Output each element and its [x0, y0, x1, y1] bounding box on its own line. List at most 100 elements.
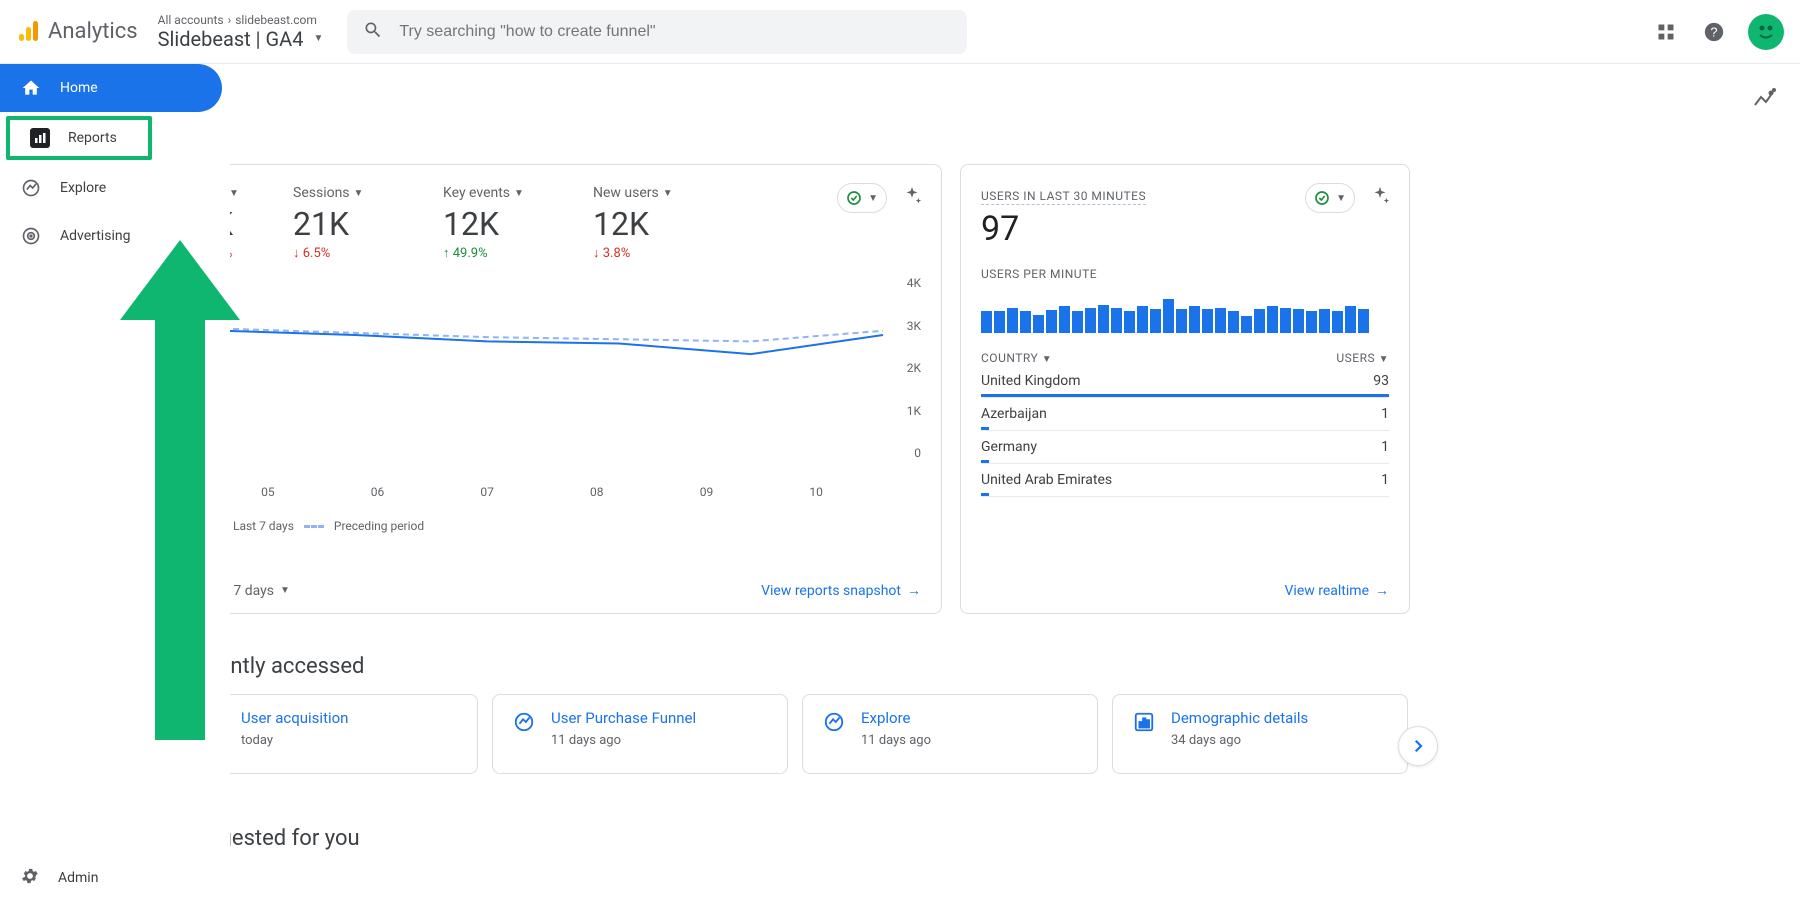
spark-bar: [1358, 309, 1369, 333]
metric-change: ↑ 49.9%: [443, 245, 553, 261]
recent-card[interactable]: Demographic details 34 days ago: [1112, 694, 1408, 774]
recent-card[interactable]: Explore11 days ago: [802, 694, 1098, 774]
spark-bar: [1345, 306, 1356, 333]
breadcrumb-domain: slidebeast.com: [235, 13, 317, 27]
main: ▼ rs ▼ K ↓ %Sessions ▼ 21K ↓ 6.5%Key eve…: [0, 64, 1800, 914]
recent-item-when: 11 days ago: [551, 733, 696, 748]
sparkle-icon[interactable]: [901, 185, 923, 211]
product-name: Analytics: [48, 19, 138, 44]
recent-item-when: 34 days ago: [1171, 733, 1308, 748]
spark-bar: [1137, 306, 1148, 333]
view-reports-snapshot-link[interactable]: View reports snapshot→: [761, 582, 921, 599]
status-pill[interactable]: ▼: [837, 183, 887, 213]
users-header[interactable]: USERS ▼: [1336, 351, 1389, 365]
search-box[interactable]: [347, 10, 967, 54]
spark-bar: [1176, 309, 1187, 333]
gear-icon: [20, 866, 40, 890]
country-name: United Kingdom: [981, 373, 1081, 389]
metric-1[interactable]: Sessions ▼ 21K ↓ 6.5%: [293, 185, 403, 261]
spark-bar: [1228, 311, 1239, 333]
spark-bar: [1033, 315, 1044, 333]
scroll-right-button[interactable]: [1398, 726, 1438, 766]
y-tick: 4K: [907, 276, 921, 290]
sidebar-item-home[interactable]: Home: [0, 64, 222, 112]
metric-label: Key events ▼: [443, 185, 553, 201]
search-icon: [363, 20, 383, 44]
help-icon[interactable]: ?: [1700, 18, 1728, 46]
property-switcher[interactable]: All accounts › slidebeast.com Slidebeast…: [158, 13, 324, 51]
recent-card[interactable]: User Purchase Funnel11 days ago: [492, 694, 788, 774]
app-header: Analytics All accounts › slidebeast.com …: [0, 0, 1800, 64]
spark-bar: [1124, 311, 1135, 333]
status-pill[interactable]: ▼: [1305, 183, 1355, 213]
sidebar-item-admin[interactable]: Admin: [0, 854, 230, 902]
metric-label: New users ▼: [593, 185, 703, 201]
link-label: View realtime: [1285, 583, 1369, 599]
spark-bar: [1319, 309, 1330, 333]
x-tick: 09: [700, 485, 714, 499]
spark-bar: [1202, 309, 1213, 333]
x-tick: 05: [261, 485, 275, 499]
sidebar-item-reports[interactable]: Reports: [6, 116, 152, 160]
logo-area: Analytics: [16, 19, 138, 44]
country-table: United Kingdom93Azerbaijan1Germany1Unite…: [981, 365, 1389, 497]
explore-icon: [511, 709, 537, 735]
spark-bar: [1098, 305, 1109, 333]
view-realtime-link[interactable]: View realtime →: [1285, 582, 1389, 599]
x-tick: 08: [590, 485, 604, 499]
card-actions: ▼: [837, 183, 923, 213]
insights-button[interactable]: [1752, 88, 1776, 116]
realtime-subtitle: USERS PER MINUTE: [981, 267, 1389, 281]
property-name: Slidebeast | GA4: [158, 27, 304, 51]
breadcrumb-accounts: All accounts: [158, 13, 224, 27]
country-users: 1: [1381, 406, 1389, 422]
x-tick: 06: [371, 485, 385, 499]
caret-down-icon: ▼: [1042, 354, 1052, 365]
link-label: View reports snapshot: [761, 583, 901, 599]
spark-bar: [1020, 311, 1031, 333]
x-tick: 07: [480, 485, 494, 499]
chevron-right-icon: ›: [228, 13, 232, 27]
spark-bar: [1267, 306, 1278, 333]
spark-bar: [1332, 311, 1343, 333]
country-name: Germany: [981, 439, 1037, 455]
y-tick: 3K: [907, 319, 921, 333]
metrics-row: rs ▼ K ↓ %Sessions ▼ 21K ↓ 6.5%Key event…: [213, 185, 921, 261]
recently-accessed-row: User acquisitiontodayUser Purchase Funne…: [182, 694, 1408, 774]
spark-bar: [1215, 308, 1226, 333]
metric-change: ↓ 3.8%: [593, 245, 703, 261]
caret-down-icon: ▼: [663, 188, 673, 199]
apps-icon[interactable]: [1652, 18, 1680, 46]
sparkle-icon[interactable]: [1369, 185, 1391, 211]
legend-b: Preceding period: [334, 519, 424, 533]
country-header-label: COUNTRY: [981, 351, 1038, 365]
spark-bar: [994, 311, 1005, 333]
spark-bar: [1072, 311, 1083, 333]
y-tick: 0: [914, 446, 921, 460]
caret-down-icon: ▼: [354, 188, 364, 199]
sidebar-item-label: Reports: [68, 130, 117, 146]
country-name: Azerbaijan: [981, 406, 1047, 422]
spark-bar: [1306, 311, 1317, 333]
spark-bar: [1150, 309, 1161, 333]
search-input[interactable]: [399, 23, 951, 41]
breadcrumb: All accounts › slidebeast.com: [158, 13, 324, 27]
country-row: United Arab Emirates1: [981, 464, 1389, 497]
country-users: 1: [1381, 439, 1389, 455]
recent-item-when: 11 days ago: [861, 733, 931, 748]
x-axis-ticks: 050607080910: [203, 479, 921, 499]
metric-value: 12K: [443, 205, 553, 243]
caret-down-icon: ▼: [313, 33, 323, 44]
metric-3[interactable]: New users ▼ 12K ↓ 3.8%: [593, 185, 703, 261]
card-actions: ▼: [1305, 183, 1391, 213]
country-name: United Arab Emirates: [981, 472, 1112, 488]
caret-down-icon: ▼: [1379, 354, 1389, 365]
realtime-user-count: 97: [981, 209, 1389, 249]
avatar[interactable]: [1748, 14, 1784, 50]
spark-bar: [1189, 306, 1200, 333]
metric-2[interactable]: Key events ▼ 12K ↑ 49.9%: [443, 185, 553, 261]
explore-icon: [20, 177, 42, 199]
country-header[interactable]: COUNTRY ▼: [981, 351, 1052, 365]
recent-item-name: Demographic details: [1171, 709, 1308, 727]
spark-bar: [1059, 306, 1070, 333]
